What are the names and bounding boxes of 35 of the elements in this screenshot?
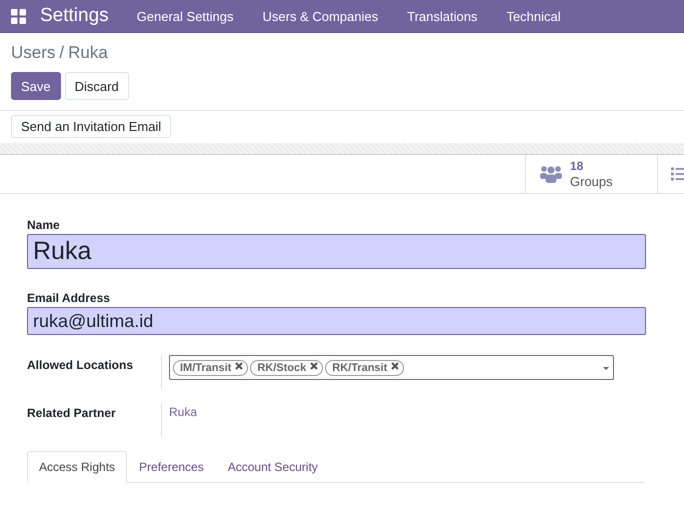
locations-field[interactable]: IM/Transit RK/Stock RK/Transit [169, 355, 614, 380]
caret-icon[interactable] [603, 367, 609, 370]
breadcrumb-link[interactable]: Users [11, 43, 56, 63]
groups-label: Groups [570, 174, 613, 189]
location-tag[interactable]: RK/Transit [325, 360, 404, 376]
groups-count: 18 [570, 159, 584, 174]
invitation-button[interactable]: Send an Invitation Email [11, 115, 172, 138]
people-icon [540, 165, 562, 183]
breadcrumb-separator: / [59, 43, 64, 63]
smart-button[interactable] [657, 155, 684, 193]
apps-menu-icon[interactable] [11, 8, 26, 24]
tab[interactable]: Account Security [216, 451, 330, 483]
tab[interactable]: Preferences [127, 451, 216, 483]
field-label: Allowed Locations [27, 357, 134, 374]
menu-item[interactable]: Users & Companies [262, 8, 378, 24]
location-tag[interactable]: IM/Transit [173, 360, 248, 376]
discard-button[interactable]: Discard [64, 72, 129, 100]
field-label: Email Address [27, 291, 111, 305]
tab[interactable]: Access Rights [27, 451, 128, 483]
breadcrumb-current: Ruka [68, 43, 108, 63]
partner-link[interactable]: Ruka [169, 403, 198, 419]
app-title[interactable]: Settings [40, 5, 109, 27]
tag-text: RK/Transit [332, 362, 388, 374]
menu-item[interactable]: Translations [407, 8, 478, 24]
tag-text: IM/Transit [180, 362, 232, 374]
menu-item[interactable]: General Settings [136, 8, 234, 24]
list-icon [671, 166, 684, 182]
field-label: Related Partner [27, 405, 117, 422]
location-tag[interactable]: RK/Stock [250, 360, 324, 376]
email-field[interactable]: ruka@ultima.id [27, 307, 646, 335]
save-button[interactable]: Save [11, 72, 61, 100]
field-label: Name [27, 218, 61, 232]
tag-text: RK/Stock [257, 362, 306, 374]
name-field[interactable]: Ruka [27, 234, 646, 269]
menu-item[interactable]: Technical [506, 8, 561, 24]
